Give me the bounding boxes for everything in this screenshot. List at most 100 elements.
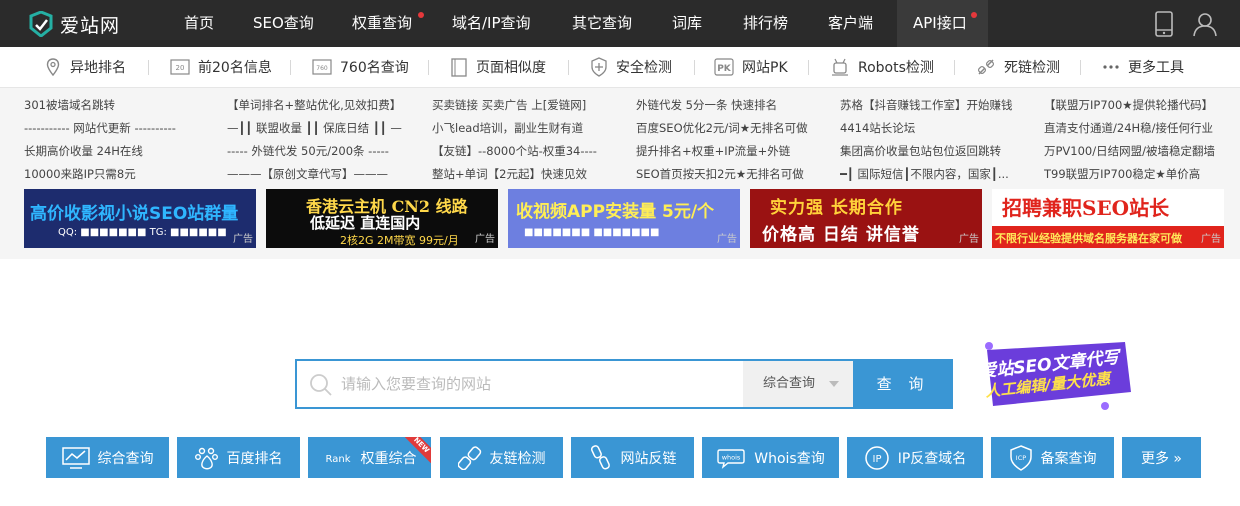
- svg-text:Rank: Rank: [325, 454, 350, 465]
- search-input[interactable]: [341, 361, 741, 407]
- nav-api-dot: [971, 12, 977, 18]
- ad-tag: 广告: [233, 234, 253, 245]
- search-button[interactable]: 查 询: [853, 359, 953, 409]
- banner-subtitle: 低延迟 直连国内: [310, 214, 421, 232]
- nav-weight-query[interactable]: 权重查询: [352, 0, 412, 47]
- tool-label: 死链检测: [1004, 60, 1060, 76]
- quick-btn-friendlink-check[interactable]: 友链检测: [440, 437, 563, 478]
- nav-domain-ip-query[interactable]: 域名/IP查询: [452, 0, 531, 47]
- quick-btn-comprehensive[interactable]: 综合查询: [46, 437, 169, 478]
- promo-link[interactable]: 提升排名+权重+IP流量+外链: [636, 143, 832, 159]
- promo-link[interactable]: ----------- 网站代更新 ----------: [24, 120, 220, 136]
- nav-other-query[interactable]: 其它查询: [572, 0, 632, 47]
- page-similarity-icon: [451, 58, 467, 77]
- tool-robots-check[interactable]: Robots检测: [830, 47, 934, 87]
- tool-top20[interactable]: 20 前20名信息: [170, 47, 272, 87]
- nav-api[interactable]: API接口: [897, 0, 988, 47]
- divider: [808, 60, 809, 75]
- banner-title: 实力强 长期合作: [770, 198, 903, 218]
- promo-link[interactable]: 集团高价收量包站包位返回跳转: [840, 143, 1024, 159]
- promo-link[interactable]: 外链代发 5分一条 快速排名: [636, 97, 832, 113]
- new-ribbon-text: NEW: [405, 437, 431, 463]
- quick-btn-icp-record[interactable]: ICP 备案查询: [991, 437, 1114, 478]
- quick-btn-whois[interactable]: whois Whois查询: [702, 437, 839, 478]
- banner-subtitle: QQ: ■■■■■■■ TG: ■■■■■■: [58, 227, 227, 238]
- ad-banner-seo-traffic[interactable]: 高价收影视小说SEO站群量 QQ: ■■■■■■■ TG: ■■■■■■ 广告: [24, 189, 256, 248]
- quick-btn-ip-reverse[interactable]: IP IP反查域名: [847, 437, 983, 478]
- promo-link[interactable]: 百度SEO优化2元/词★无排名可做: [636, 120, 832, 136]
- rank-icon: Rank: [325, 454, 350, 465]
- mobile-icon[interactable]: [1154, 11, 1174, 37]
- ad-banner-cooperation[interactable]: 实力强 长期合作 价格高 日结 讲信誉 广告: [750, 189, 982, 248]
- quick-btn-label: 百度排名: [226, 450, 283, 467]
- top20-icon: 20: [170, 59, 190, 75]
- search-type-value: 综合查询: [763, 376, 816, 391]
- promo-link[interactable]: —┃┃ 联盟收量 ┃┃ 保底日结 ┃┃ —: [227, 120, 423, 136]
- nav-api-label: API接口: [913, 14, 967, 32]
- svg-text:ICP: ICP: [1015, 454, 1025, 462]
- quick-btn-label: Whois查询: [754, 450, 825, 467]
- tool-broken-link-check[interactable]: 死链检测: [976, 47, 1060, 87]
- site-logo[interactable]: 爱站网: [28, 9, 120, 39]
- banner-subtitle: 价格高 日结 讲信誉: [762, 225, 920, 245]
- chart-monitor-icon: [61, 446, 90, 469]
- divider: [290, 60, 291, 75]
- quick-btn-backlinks[interactable]: 网站反链: [571, 437, 694, 478]
- search-type-select[interactable]: 综合查询: [743, 359, 853, 409]
- tool-bar: 异地排名 20 前20名信息 760 760名查询 页面相似度 安全检测 PK …: [0, 47, 1240, 88]
- promo-link[interactable]: 【友链】--8000个站-权重34----: [432, 143, 628, 159]
- shield-icon: [591, 57, 607, 77]
- svg-text:PK: PK: [717, 64, 732, 74]
- tool-security-check[interactable]: 安全检测: [590, 47, 672, 87]
- quick-btn-label: 网站反链: [620, 450, 677, 467]
- promo-link[interactable]: 【联盟万IP700★提供轮播代码】: [1044, 97, 1234, 113]
- nav-client[interactable]: 客户端: [828, 0, 873, 47]
- quick-btn-baidu-rank[interactable]: 百度排名: [177, 437, 300, 478]
- backlink-icon: [590, 444, 610, 469]
- promo-link[interactable]: 301被墙域名跳转: [24, 97, 220, 113]
- promo-link[interactable]: 10000来路IP只需8元: [24, 166, 220, 182]
- promo-link[interactable]: 【单词排名+整站优化,见效扣费】: [227, 97, 423, 113]
- promo-link[interactable]: 苏格【抖音赚钱工作室】开始赚钱: [840, 97, 1024, 113]
- tool-label: Robots检测: [858, 60, 934, 76]
- tool-site-pk[interactable]: PK 网站PK: [714, 47, 788, 87]
- promo-link[interactable]: T99联盟万IP700稳定★单价高: [1044, 166, 1234, 182]
- top760-icon: 760: [312, 59, 332, 75]
- nav-thesaurus[interactable]: 词库: [672, 0, 702, 47]
- promo-link[interactable]: 4414站长论坛: [840, 120, 1024, 136]
- promo-link[interactable]: SEO首页按天扣2元★无排名可做: [636, 166, 832, 182]
- nav-ranking[interactable]: 排行榜: [743, 0, 788, 47]
- ad-banner-hk-cloud[interactable]: 香港云主机 CN2 线路 低延迟 直连国内 2核2G 2M带宽 99元/月 广告: [266, 189, 498, 248]
- promo-link[interactable]: ———【原创文章代写】———: [227, 166, 423, 182]
- promo-link[interactable]: 整站+单词【2元起】快速见效: [432, 166, 628, 182]
- promo-link[interactable]: 小飞lead培训，副业生财有道: [432, 120, 628, 136]
- robot-icon: [832, 58, 848, 76]
- ad-banner-video-app[interactable]: 收视频APP安装量 5元/个 ■■■■■■■ ■■■■■■■ 广告: [508, 189, 740, 248]
- nav-home[interactable]: 首页: [184, 0, 214, 47]
- quick-btn-more[interactable]: 更多 »: [1122, 437, 1201, 478]
- broken-link-icon: [977, 59, 995, 75]
- tool-page-similarity[interactable]: 页面相似度: [450, 47, 546, 87]
- more-icon: [1103, 65, 1119, 69]
- promo-link[interactable]: 直清支付通道/24H稳/接任何行业: [1044, 120, 1234, 136]
- nav-seo-query[interactable]: SEO查询: [253, 0, 314, 47]
- promo-link[interactable]: ━┃ 国际短信┃不限内容，国家┃...: [840, 166, 1024, 182]
- tool-top760[interactable]: 760 760名查询: [312, 47, 409, 87]
- tool-remote-rank[interactable]: 异地排名: [44, 47, 126, 87]
- promo-link[interactable]: 万PV100/日结网盟/被墙稳定翻墙: [1044, 143, 1234, 159]
- user-icon[interactable]: [1192, 11, 1218, 37]
- tool-more-tools[interactable]: 更多工具: [1102, 47, 1184, 87]
- promo-link[interactable]: 买卖链接 买卖广告 上[爱链网]: [432, 97, 628, 113]
- quick-btn-label: IP反查域名: [897, 450, 967, 467]
- seo-writing-badge[interactable]: 爱站SEO文章代写 人工编辑/量大优惠: [975, 340, 1135, 412]
- promo-area: 301被墙域名跳转 ----------- 网站代更新 ---------- 长…: [0, 88, 1240, 259]
- promo-link[interactable]: 长期高价收量 24H在线: [24, 143, 220, 159]
- ad-banner-recruit[interactable]: 招聘兼职SEO站长 不限行业经验提供域名服务器在家可做 广告: [992, 189, 1224, 248]
- divider: [568, 60, 569, 75]
- svg-text:IP: IP: [872, 454, 881, 465]
- ip-icon: IP: [864, 445, 889, 470]
- promo-link[interactable]: ----- 外链代发 50元/200条 -----: [227, 143, 423, 159]
- banner-title: 收视频APP安装量 5元/个: [516, 202, 715, 222]
- ad-tag: 广告: [475, 234, 495, 245]
- quick-btn-weight-summary[interactable]: Rank 权重综合 NEW: [308, 437, 431, 478]
